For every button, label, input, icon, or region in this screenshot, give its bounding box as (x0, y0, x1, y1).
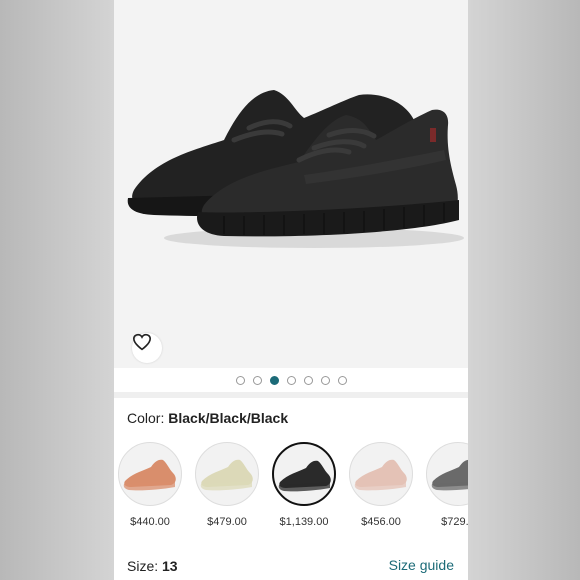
product-page: Color: Black/Black/Black $440.00 $479.00 $… (114, 0, 468, 580)
variant-price: $440.00 (130, 516, 170, 528)
pagination-dot[interactable] (269, 375, 279, 385)
size-value: 13 (162, 558, 178, 574)
background-left (0, 0, 114, 580)
variant-price: $1,139.00 (279, 516, 329, 528)
pagination-dot[interactable] (320, 375, 330, 385)
divider (114, 392, 468, 398)
color-value: Black/Black/Black (168, 410, 289, 426)
pagination-dot[interactable] (235, 375, 245, 385)
variant-swatch[interactable]: $440.00 (118, 442, 184, 528)
variant-price: $479.00 (207, 516, 247, 528)
background-right (468, 0, 580, 580)
variant-swatch[interactable]: $479.00 (195, 442, 261, 528)
variant-thumbnail (118, 442, 182, 506)
size-guide-link[interactable]: Size guide (389, 557, 454, 573)
variant-thumbnail (426, 442, 468, 506)
pagination-dot[interactable] (252, 375, 262, 385)
variant-thumbnail (349, 442, 413, 506)
product-image[interactable] (114, 0, 468, 368)
size-label: Size: (127, 558, 159, 574)
variant-price: $456.00 (361, 516, 401, 528)
pagination-dot[interactable] (303, 375, 313, 385)
pagination-dot[interactable] (337, 375, 347, 385)
favorite-button[interactable] (132, 333, 162, 363)
pagination-dot[interactable] (286, 375, 296, 385)
variant-swatch[interactable]: $456.00 (349, 442, 415, 528)
variant-price: $729.0 (441, 516, 468, 528)
sneaker-pair-image (127, 90, 464, 248)
color-selection: Color: Black/Black/Black (127, 410, 288, 426)
variant-thumbnail (195, 442, 259, 506)
variant-swatch[interactable]: $729.0 (426, 442, 468, 528)
color-label: Color: (127, 410, 165, 426)
image-pagination (114, 370, 468, 390)
variant-thumbnail (272, 442, 336, 506)
size-selection: Size: 13 (127, 558, 178, 574)
variant-swatch[interactable]: $1,139.00 (272, 442, 338, 528)
variant-carousel: $440.00 $479.00 $1,139.00 $456.00 $729.0 (118, 442, 468, 532)
